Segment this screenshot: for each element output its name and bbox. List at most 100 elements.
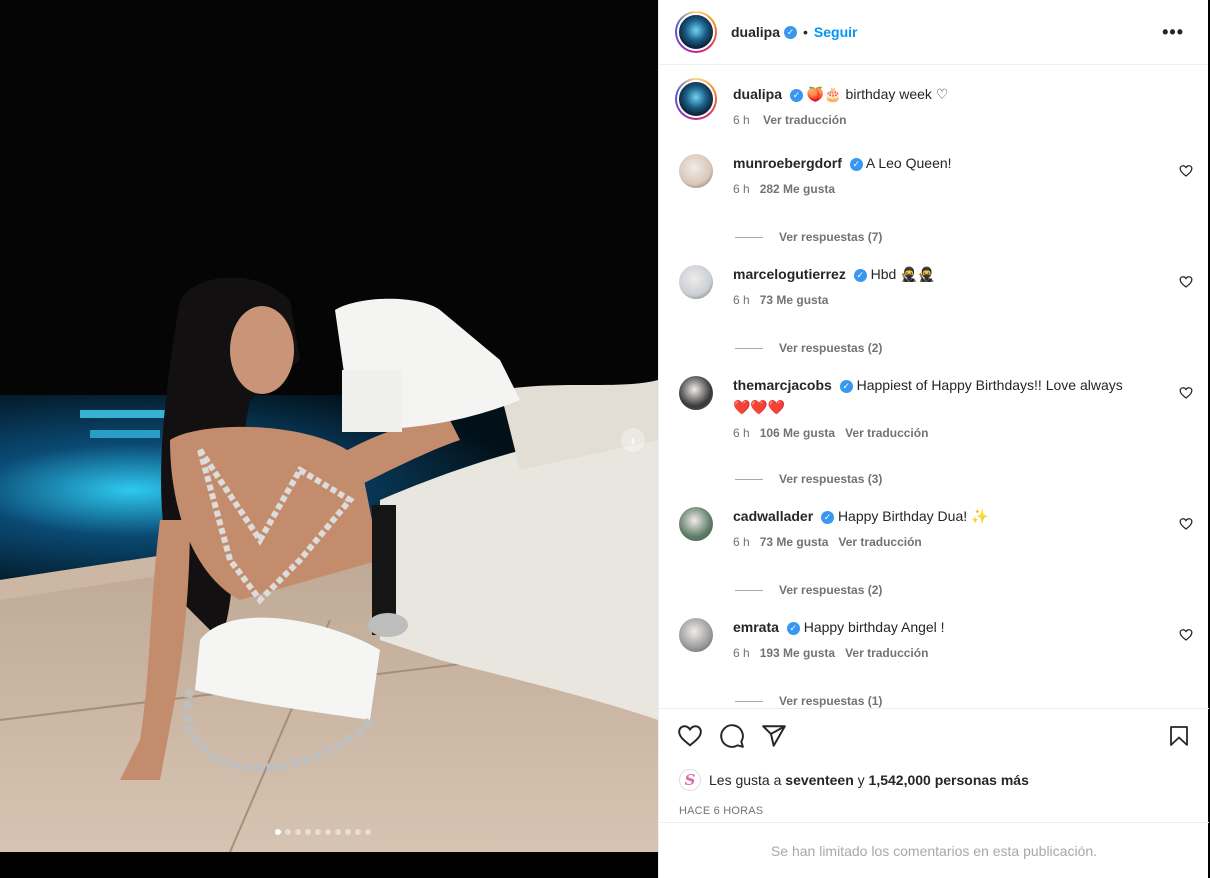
liker-avatar[interactable]: S	[679, 769, 701, 791]
caption-text: 🍑🎂 birthday week ♡	[806, 86, 949, 102]
replies-label[interactable]: Ver respuestas (2)	[779, 583, 882, 597]
commenter-avatar[interactable]	[679, 154, 713, 188]
liker-username[interactable]: seventeen	[785, 772, 853, 788]
comment-text: Happiest of Happy Birthdays!! Love alway…	[856, 377, 1123, 393]
comment-translate-link[interactable]: Ver traducción	[845, 426, 928, 440]
replies-label[interactable]: Ver respuestas (1)	[779, 694, 882, 708]
comment-text: Hbd	[870, 266, 897, 282]
comment-like-icon[interactable]	[1179, 275, 1193, 289]
carousel-indicator	[275, 829, 371, 835]
comment-like-icon[interactable]	[1179, 628, 1193, 642]
verified-badge-icon: ✓	[839, 379, 853, 393]
replies-divider	[735, 590, 763, 592]
share-send-icon[interactable]	[761, 723, 787, 749]
carousel-dot	[275, 829, 281, 835]
post-timestamp[interactable]: HACE 6 HORAS	[679, 805, 763, 817]
replies-label[interactable]: Ver respuestas (2)	[779, 341, 882, 355]
replies-divider	[735, 479, 763, 481]
comment-like-icon[interactable]	[1179, 386, 1193, 400]
view-replies-button[interactable]: Ver respuestas (7)	[735, 230, 882, 244]
carousel-dot	[305, 829, 311, 835]
carousel-dot	[335, 829, 341, 835]
replies-divider	[735, 237, 763, 239]
post-header: dualipa ✓ • Seguir •••	[659, 0, 1208, 65]
author-avatar[interactable]	[675, 11, 717, 53]
comment-translate-link[interactable]: Ver traducción	[838, 535, 921, 549]
save-bookmark-icon[interactable]	[1167, 723, 1191, 749]
comment-time: 6 h	[733, 293, 750, 307]
comment-like-icon[interactable]	[1179, 164, 1193, 178]
carousel-dot	[315, 829, 321, 835]
commenter-username[interactable]: emrata	[733, 619, 779, 635]
caption-avatar[interactable]	[675, 78, 717, 120]
comment-likes[interactable]: 106 Me gusta	[760, 426, 835, 440]
view-replies-button[interactable]: Ver respuestas (1)	[735, 694, 882, 708]
caption-time: 6 h	[733, 113, 750, 127]
likes-prefix: Les gusta a	[709, 772, 782, 788]
comment-likes[interactable]: 282 Me gusta	[760, 182, 835, 196]
like-heart-icon[interactable]	[677, 723, 703, 749]
carousel-dot	[365, 829, 371, 835]
commenter-username[interactable]: marcelogutierrez	[733, 266, 846, 282]
carousel-dot	[355, 829, 361, 835]
comment-like-icon[interactable]	[1179, 517, 1193, 531]
carousel-dot	[345, 829, 351, 835]
caption-username[interactable]: dualipa	[733, 86, 782, 102]
likes-summary[interactable]: S Les gusta a seventeen y 1,542,000 pers…	[679, 769, 1029, 791]
carousel-dot	[325, 829, 331, 835]
follow-button[interactable]: Seguir	[814, 24, 858, 40]
instagram-post-modal: › dualipa ✓ • Seguir ••• dualipa ✓ 🍑🎂 bi…	[0, 0, 1210, 878]
comments-limited-notice: Se han limitado los comentarios en esta …	[659, 822, 1209, 878]
replies-divider	[735, 701, 763, 703]
commenter-avatar[interactable]	[679, 618, 713, 652]
verified-badge-icon: ✓	[821, 510, 835, 524]
verified-badge-icon: ✓	[853, 268, 867, 282]
commenter-username[interactable]: cadwallader	[733, 508, 813, 524]
comment-time: 6 h	[733, 426, 750, 440]
comment-time: 6 h	[733, 646, 750, 660]
comment-text: A Leo Queen!	[865, 155, 952, 171]
commenter-avatar[interactable]	[679, 507, 713, 541]
likes-connector: y	[857, 772, 865, 788]
comment-hearts: ❤️❤️❤️	[733, 399, 786, 415]
carousel-dot	[285, 829, 291, 835]
view-replies-button[interactable]: Ver respuestas (2)	[735, 341, 882, 355]
verified-badge-icon: ✓	[784, 25, 798, 39]
post-side-panel: dualipa ✓ • Seguir ••• dualipa ✓ 🍑🎂 birt…	[658, 0, 1209, 878]
header-separator: •	[803, 24, 808, 40]
comment-emoji: 🥷🥷	[900, 266, 936, 282]
carousel-dot	[295, 829, 301, 835]
comment-time: 6 h	[733, 535, 750, 549]
comment-time: 6 h	[733, 182, 750, 196]
verified-badge-icon: ✓	[789, 88, 803, 102]
commenter-username[interactable]: munroebergdorf	[733, 155, 842, 171]
comment-likes[interactable]: 73 Me gusta	[760, 293, 829, 307]
more-options-icon[interactable]: •••	[1162, 22, 1184, 43]
commenter-avatar[interactable]	[679, 265, 713, 299]
commenter-avatar[interactable]	[679, 376, 713, 410]
comment-icon[interactable]	[719, 723, 745, 749]
view-replies-button[interactable]: Ver respuestas (2)	[735, 583, 882, 597]
comment-text: Happy Birthday Dua!	[837, 508, 968, 524]
next-photo-button[interactable]: ›	[621, 428, 645, 452]
comment-likes[interactable]: 193 Me gusta	[760, 646, 835, 660]
caption-translate-link[interactable]: Ver traducción	[763, 113, 846, 127]
commenter-username[interactable]: themarcjacobs	[733, 377, 832, 393]
replies-label[interactable]: Ver respuestas (3)	[779, 472, 882, 486]
comment-text: Happy birthday Angel !	[803, 619, 945, 635]
replies-label[interactable]: Ver respuestas (7)	[779, 230, 882, 244]
replies-divider	[735, 348, 763, 350]
photo-illustration	[0, 0, 658, 852]
likes-count[interactable]: 1,542,000 personas más	[869, 772, 1029, 788]
comment-emoji: ✨	[971, 508, 989, 524]
comments-list[interactable]: dualipa ✓ 🍑🎂 birthday week ♡ 6 h Ver tra…	[659, 66, 1209, 708]
post-caption: dualipa ✓ 🍑🎂 birthday week ♡ 6 h Ver tra…	[675, 78, 948, 127]
post-actions: S Les gusta a seventeen y 1,542,000 pers…	[659, 708, 1209, 822]
comment-translate-link[interactable]: Ver traducción	[845, 646, 928, 660]
verified-badge-icon: ✓	[849, 157, 863, 171]
author-username[interactable]: dualipa	[731, 24, 780, 40]
post-photo[interactable]: ›	[0, 0, 658, 852]
view-replies-button[interactable]: Ver respuestas (3)	[735, 472, 882, 486]
verified-badge-icon: ✓	[786, 621, 800, 635]
comment-likes[interactable]: 73 Me gusta	[760, 535, 829, 549]
